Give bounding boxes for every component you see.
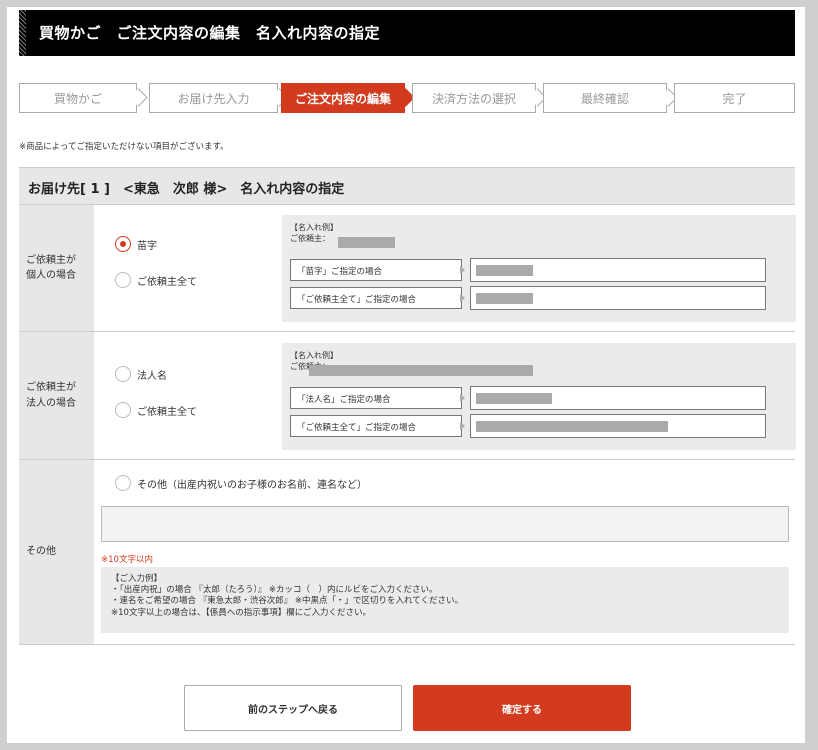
field-input-all[interactable] bbox=[460, 286, 766, 310]
example-line: ・「出産内祝」の場合 『太郎（たろう）』 ※カッコ（ ）内にルビをご入力ください… bbox=[111, 585, 438, 596]
step-complete: 完了 bbox=[674, 83, 795, 113]
radio-all-clients[interactable] bbox=[115, 272, 131, 288]
field-label-corporate-all: 「ご依頼主全て」ご指定の場合 bbox=[290, 415, 462, 437]
section-header: お届け先[ 1 ] <東急 次郎 様> 名入れ内容の指定 bbox=[19, 167, 795, 205]
checkout-steps: 買物かご お届け先入力 ご注文内容の編集 決済方法の選択 最終確認 完了 bbox=[19, 83, 795, 115]
row-label-individual: ご依頼主が個人の場合 bbox=[19, 205, 94, 331]
blurred-value bbox=[476, 265, 533, 276]
example-line: ・連名をご希望の場合 『東急太郎・渋谷次郎』 ※中黒点「・」で区切りを入れてくだ… bbox=[111, 596, 464, 607]
arrow-icon bbox=[460, 422, 465, 430]
step-delivery-address: お届け先入力 bbox=[149, 83, 278, 113]
step-edit-order: ご注文内容の編集 bbox=[281, 83, 405, 113]
example-heading: 【ご入力例】 bbox=[111, 574, 163, 584]
example-line: ※10文字以上の場合は、【係員への指示事項】欄にご入力ください。 bbox=[111, 607, 372, 618]
back-button[interactable]: 前のステップへ戻る bbox=[184, 685, 402, 731]
blurred-value bbox=[476, 421, 668, 432]
section-title: お届け先[ 1 ] <東急 次郎 様> 名入れ内容の指定 bbox=[28, 182, 345, 197]
step-payment: 決済方法の選択 bbox=[412, 83, 536, 113]
radio-corporate-name-label: 法人名 bbox=[137, 371, 167, 382]
page-frame: 買物かご ご注文内容の編集 名入れ内容の指定 買物かご お届け先入力 ご注文内容… bbox=[7, 7, 805, 743]
label-line: 個人の場合 bbox=[26, 270, 76, 281]
title-accent-mark bbox=[19, 10, 26, 56]
example-heading: 【名入れ例】 bbox=[290, 351, 338, 360]
blurred-value bbox=[476, 393, 552, 404]
arrow-icon bbox=[460, 294, 465, 302]
confirm-button[interactable]: 確定する bbox=[413, 685, 631, 731]
example-blurred-name bbox=[309, 365, 533, 376]
other-name-input[interactable] bbox=[101, 506, 789, 542]
radio-corporate-name[interactable] bbox=[115, 366, 131, 382]
radio-corporate-all-label: ご依頼主全て bbox=[137, 407, 197, 418]
example-text: 【名入れ例】 ご依頼主： bbox=[290, 222, 338, 244]
field-label-corporate: 「法人名」ご指定の場合 bbox=[290, 387, 462, 409]
example-box: 【名入れ例】 ご依頼主： 「苗字」ご指定の場合 「ご依頼主全て」ご指定の場合 bbox=[282, 215, 796, 322]
label-line: ご依頼主が bbox=[26, 382, 76, 393]
row-individual: ご依頼主が個人の場合 苗字 ご依頼主全て 【名入れ例】 ご依頼主： 「苗字」ご指… bbox=[19, 205, 796, 332]
radio-other[interactable] bbox=[115, 475, 131, 491]
field-input-corporate-all[interactable] bbox=[460, 414, 766, 438]
radio-all-clients-label: ご依頼主全て bbox=[137, 277, 197, 288]
radio-corporate-all[interactable] bbox=[115, 402, 131, 418]
arrow-icon bbox=[460, 266, 465, 274]
radio-surname[interactable] bbox=[115, 236, 131, 252]
row-label-corporate: ご依頼主が法人の場合 bbox=[19, 332, 94, 459]
field-input-surname[interactable] bbox=[460, 258, 766, 282]
notice-text: ※商品によってご指定いただけない項目がございます。 bbox=[19, 142, 229, 152]
arrow-icon bbox=[460, 394, 465, 402]
page-title: 買物かご ご注文内容の編集 名入れ内容の指定 bbox=[39, 24, 381, 42]
page-title-bar: 買物かご ご注文内容の編集 名入れ内容の指定 bbox=[19, 10, 795, 56]
step-final-check: 最終確認 bbox=[543, 83, 667, 113]
radio-surname-label: 苗字 bbox=[137, 241, 157, 252]
step-cart: 買物かご bbox=[19, 83, 137, 113]
example-box: 【名入れ例】 ご依頼主： 「法人名」ご指定の場合 「ご依頼主全て」ご指定の場合 bbox=[282, 343, 796, 450]
row-corporate: ご依頼主が法人の場合 法人名 ご依頼主全て 【名入れ例】 ご依頼主： 「法人名」… bbox=[19, 332, 796, 460]
label-line: ご依頼主が bbox=[26, 254, 76, 266]
example-blurred-name bbox=[338, 237, 395, 248]
input-example-box: 【ご入力例】 ・「出産内祝」の場合 『太郎（たろう）』 ※カッコ（ ）内にルビを… bbox=[101, 567, 789, 633]
field-input-corporate[interactable] bbox=[460, 386, 766, 410]
example-client: ご依頼主： bbox=[290, 234, 330, 244]
blurred-value bbox=[476, 293, 533, 304]
row-label-other: その他 bbox=[19, 460, 94, 644]
radio-other-label: その他（出産内祝いのお子様のお名前、連名など） bbox=[137, 480, 367, 491]
example-heading: 【名入れ例】 bbox=[290, 223, 338, 232]
character-limit-note: ※10文字以内 bbox=[101, 555, 153, 565]
field-label-surname: 「苗字」ご指定の場合 bbox=[290, 259, 462, 281]
field-label-all: 「ご依頼主全て」ご指定の場合 bbox=[290, 287, 462, 309]
label-line: 法人の場合 bbox=[26, 397, 76, 409]
